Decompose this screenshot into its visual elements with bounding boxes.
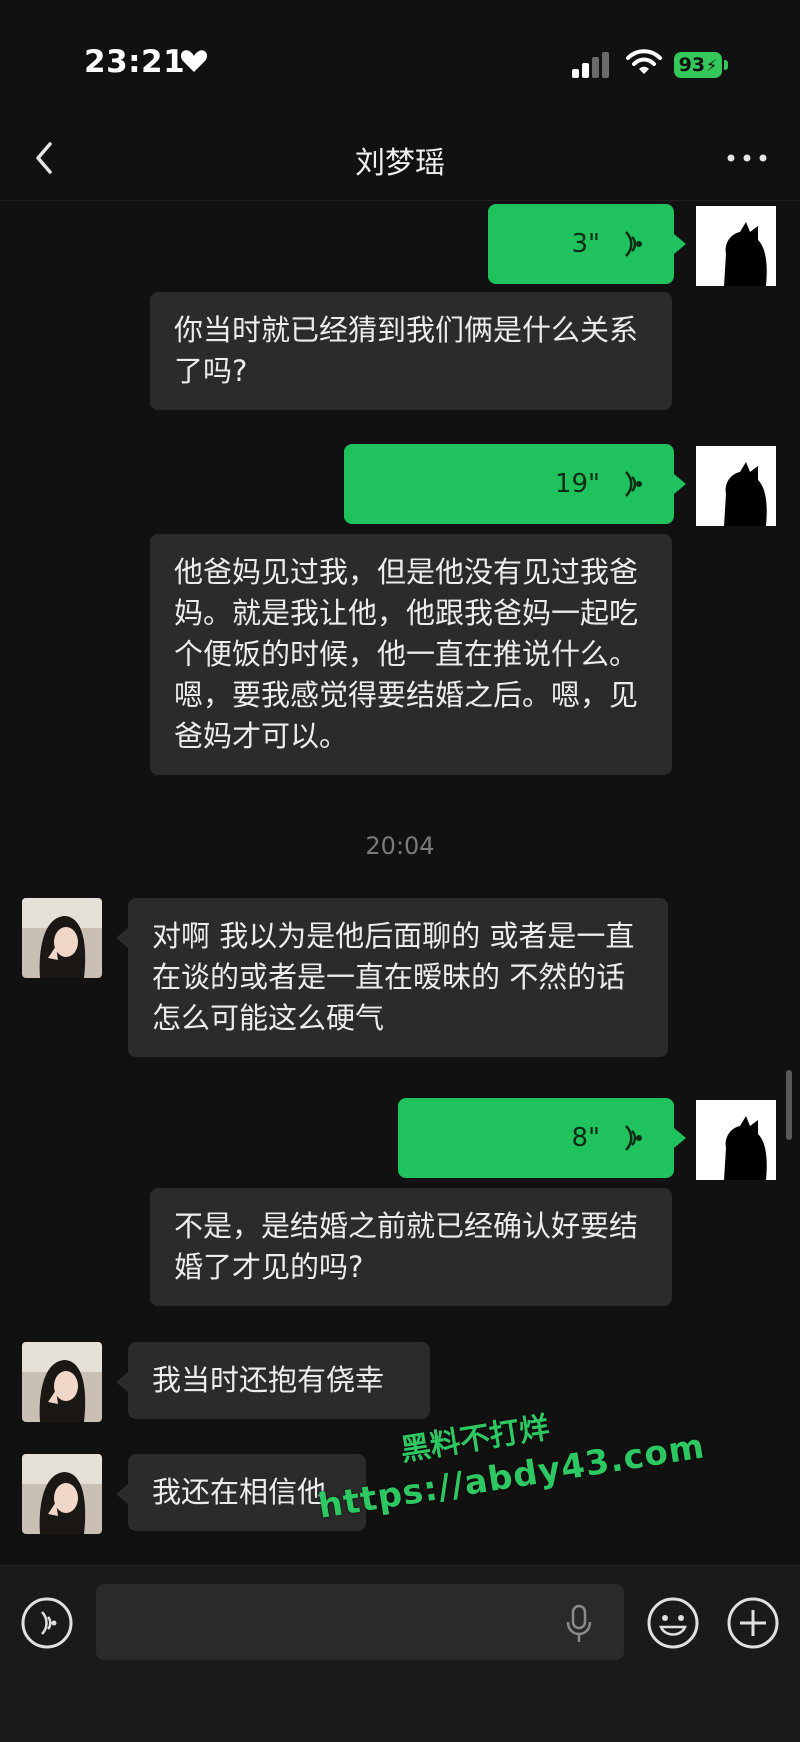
bubble-tail bbox=[674, 234, 686, 254]
contact-photo-icon bbox=[22, 898, 102, 978]
status-time: 23:21 bbox=[84, 44, 186, 80]
voice-duration: 8" bbox=[571, 1123, 600, 1153]
bubble-tail bbox=[674, 474, 686, 494]
wifi-icon bbox=[626, 49, 662, 74]
black-cat-icon bbox=[696, 206, 776, 286]
transcription-bubble[interactable]: 不是，是结婚之前就已经确认好要结婚了才见的吗? bbox=[150, 1188, 672, 1306]
voice-mode-icon[interactable] bbox=[20, 1596, 74, 1650]
scrollbar[interactable] bbox=[786, 1070, 792, 1140]
emoji-icon[interactable] bbox=[646, 1596, 700, 1650]
charging-bolt-icon: ⚡ bbox=[706, 55, 718, 75]
message-input[interactable] bbox=[96, 1584, 624, 1660]
input-bar bbox=[0, 1565, 800, 1742]
plus-icon[interactable] bbox=[726, 1596, 780, 1650]
battery-cap bbox=[724, 60, 728, 70]
contact-avatar[interactable] bbox=[22, 1342, 102, 1422]
voice-duration: 19" bbox=[554, 469, 600, 499]
battery-level: 93 bbox=[678, 54, 706, 76]
message-list[interactable]: 3" 你当时就已经猜到我们俩是什么关系了吗? 19" 他爸妈见过我，但是他没有见… bbox=[0, 200, 800, 1565]
chat-timestamp: 20:04 bbox=[365, 832, 435, 860]
my-avatar[interactable] bbox=[696, 1100, 776, 1180]
bubble-tail bbox=[116, 1372, 128, 1392]
heart-icon bbox=[180, 50, 208, 72]
contact-photo-icon bbox=[22, 1454, 102, 1534]
contact-photo-icon bbox=[22, 1342, 102, 1422]
voice-wave-icon bbox=[625, 471, 642, 497]
black-cat-icon bbox=[696, 446, 776, 526]
microphone-icon[interactable] bbox=[566, 1604, 592, 1644]
bubble-tail bbox=[674, 1128, 686, 1148]
black-cat-icon bbox=[696, 1100, 776, 1180]
contact-avatar[interactable] bbox=[22, 898, 102, 978]
transcription-bubble[interactable]: 你当时就已经猜到我们俩是什么关系了吗? bbox=[150, 292, 672, 410]
battery-indicator: 93 ⚡ bbox=[674, 52, 722, 78]
chat-header: 刘梦瑶 bbox=[0, 120, 800, 201]
bubble-tail bbox=[116, 1484, 128, 1504]
more-options-icon[interactable] bbox=[724, 150, 770, 166]
voice-duration: 3" bbox=[571, 229, 600, 259]
voice-message[interactable]: 19" bbox=[344, 444, 674, 524]
voice-message[interactable]: 8" bbox=[398, 1098, 674, 1178]
voice-wave-icon bbox=[625, 231, 642, 257]
voice-wave-icon bbox=[625, 1125, 642, 1151]
contact-avatar[interactable] bbox=[22, 1454, 102, 1534]
status-bar: 23:21 93 ⚡ bbox=[0, 0, 800, 120]
transcription-bubble[interactable]: 他爸妈见过我，但是他没有见过我爸妈。就是我让他，他跟我爸妈一起吃个便饭的时候，他… bbox=[150, 534, 672, 775]
signal-icon bbox=[572, 52, 609, 78]
incoming-text-bubble[interactable]: 对啊 我以为是他后面聊的 或者是一直在谈的或者是一直在暧昧的 不然的话怎么可能这… bbox=[128, 898, 668, 1057]
bubble-tail bbox=[116, 928, 128, 948]
voice-message[interactable]: 3" bbox=[488, 204, 674, 284]
incoming-text-bubble[interactable]: 我当时还抱有侥幸 bbox=[128, 1342, 430, 1419]
my-avatar[interactable] bbox=[696, 446, 776, 526]
chat-title: 刘梦瑶 bbox=[355, 146, 445, 181]
my-avatar[interactable] bbox=[696, 206, 776, 286]
